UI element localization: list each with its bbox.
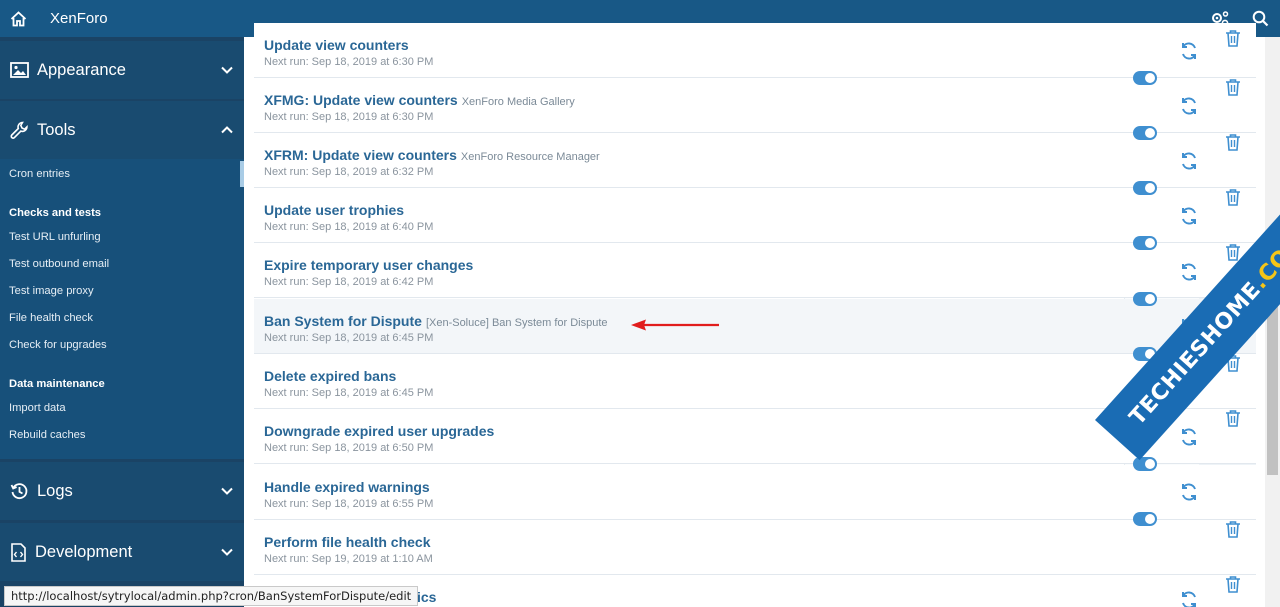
enable-toggle[interactable] (1133, 457, 1157, 471)
cron-row[interactable]: XFRM: Update view counters XenForo Resour… (254, 133, 1256, 188)
sidebar-item-cron-entries[interactable]: Cron entries (9, 168, 70, 180)
tools-submenu: Cron entries Checks and tests Test URL u… (0, 159, 244, 459)
trash-icon[interactable] (1225, 188, 1241, 206)
sidebar-section-appearance[interactable]: Appearance (0, 41, 244, 99)
sidebar-section-label: Appearance (37, 60, 126, 79)
cron-title-link[interactable]: Perform file health check (264, 534, 435, 550)
sidebar-section-label: Tools (37, 120, 76, 139)
brand-link[interactable]: XenForo (50, 10, 108, 27)
sidebar-section-tools[interactable]: Tools (0, 101, 244, 159)
vertical-scrollbar[interactable] (1265, 37, 1280, 607)
sidebar-item-import-data[interactable]: Import data (9, 402, 66, 414)
cron-title-link[interactable]: XFRM: Update view counters XenForo Resour… (264, 147, 600, 163)
cron-row[interactable]: Delete expired bans Next run: Sep 18, 20… (254, 354, 1256, 409)
trash-icon[interactable] (1225, 29, 1241, 47)
trash-icon[interactable] (1225, 520, 1241, 538)
sidebar-item-test-image-proxy[interactable]: Test image proxy (9, 285, 94, 297)
home-icon (10, 10, 27, 26)
sidebar-item-file-health-check[interactable]: File health check (9, 312, 93, 324)
next-run: Next run: Sep 18, 2019 at 6:30 PM (264, 111, 434, 123)
next-run: Next run: Sep 18, 2019 at 6:32 PM (264, 166, 434, 178)
cron-title-link[interactable]: XFMG: Update view counters XenForo Media … (264, 92, 575, 108)
refresh-icon[interactable] (1179, 41, 1199, 61)
wrench-icon (10, 121, 28, 139)
next-run: Next run: Sep 18, 2019 at 6:42 PM (264, 276, 434, 288)
next-run: Next run: Sep 18, 2019 at 6:45 PM (264, 387, 434, 399)
refresh-icon[interactable] (1179, 206, 1199, 226)
sidebar-heading-data-maintenance: Data maintenance (9, 378, 105, 390)
cron-row-highlighted[interactable]: Ban System for Dispute [Xen-Soluce] Ban S… (254, 299, 1256, 354)
refresh-icon[interactable] (1179, 590, 1199, 607)
cron-title-link[interactable]: Update user trophies (264, 202, 408, 218)
trash-icon[interactable] (1225, 575, 1241, 593)
cron-title-link[interactable]: Update view counters (264, 37, 413, 53)
image-icon (10, 62, 29, 78)
enable-toggle[interactable] (1133, 71, 1157, 85)
next-run: Next run: Sep 18, 2019 at 6:40 PM (264, 221, 434, 233)
cron-row[interactable]: XFMG: Update view counters XenForo Media … (254, 78, 1256, 133)
enable-toggle[interactable] (1133, 181, 1157, 195)
sidebar-section-label: Logs (37, 481, 73, 500)
trash-icon[interactable] (1225, 409, 1241, 427)
history-icon (10, 482, 28, 499)
scrollbar-thumb[interactable] (1267, 295, 1278, 475)
cron-title-link[interactable]: Expire temporary user changes (264, 257, 477, 273)
refresh-icon[interactable] (1179, 96, 1199, 116)
cron-row[interactable]: Update user trophies Next run: Sep 18, 2… (254, 188, 1256, 243)
sidebar-item-test-url-unfurling[interactable]: Test URL unfurling (9, 231, 101, 243)
enable-toggle[interactable] (1133, 126, 1157, 140)
refresh-icon[interactable] (1179, 482, 1199, 502)
next-run: Next run: Sep 19, 2019 at 1:10 AM (264, 553, 433, 565)
cron-title-link[interactable]: Delete expired bans (264, 368, 400, 384)
annotation-arrow (631, 319, 719, 331)
cron-title-link[interactable]: Downgrade expired user upgrades (264, 423, 498, 439)
next-run: Next run: Sep 18, 2019 at 6:45 PM (264, 332, 434, 344)
code-file-icon (11, 542, 26, 562)
sidebar-section-development[interactable]: Development (0, 523, 244, 581)
sidebar: Appearance Tools Cron entries Checks and… (0, 37, 244, 607)
status-bar-url: http://localhost/sytrylocal/admin.php?cr… (4, 586, 419, 606)
next-run: Next run: Sep 18, 2019 at 6:50 PM (264, 442, 434, 454)
next-run: Next run: Sep 18, 2019 at 6:55 PM (264, 498, 434, 510)
chevron-down-icon (221, 66, 233, 74)
enable-toggle[interactable] (1133, 236, 1157, 250)
sidebar-item-test-outbound-email[interactable]: Test outbound email (9, 258, 109, 270)
cron-row[interactable]: Handle expired warnings Next run: Sep 18… (254, 465, 1256, 520)
next-run: Next run: Sep 18, 2019 at 6:30 PM (264, 56, 434, 68)
refresh-icon[interactable] (1179, 262, 1199, 282)
chevron-up-icon (221, 126, 233, 134)
trash-icon[interactable] (1225, 78, 1241, 96)
sidebar-heading-checks: Checks and tests (9, 207, 102, 219)
cron-row[interactable]: Update view counters Next run: Sep 18, 2… (254, 23, 1256, 78)
sidebar-section-label: Development (35, 542, 133, 561)
home-button[interactable] (0, 0, 37, 37)
cron-row[interactable]: Expire temporary user changes Next run: … (254, 243, 1256, 298)
cron-title-link[interactable]: Handle expired warnings (264, 479, 434, 495)
cron-list: Update view counters Next run: Sep 18, 2… (244, 23, 1280, 607)
chevron-down-icon (221, 548, 233, 556)
refresh-icon[interactable] (1179, 427, 1199, 447)
trash-icon[interactable] (1225, 133, 1241, 151)
sidebar-item-rebuild-caches[interactable]: Rebuild caches (9, 429, 86, 441)
chevron-down-icon (221, 487, 233, 495)
cron-title-link[interactable]: Ban System for Dispute [Xen-Soluce] Ban S… (264, 313, 608, 329)
enable-toggle[interactable] (1133, 292, 1157, 306)
refresh-icon[interactable] (1179, 151, 1199, 171)
sidebar-section-logs[interactable]: Logs (0, 462, 244, 520)
enable-toggle[interactable] (1133, 512, 1157, 526)
sidebar-item-check-for-upgrades[interactable]: Check for upgrades (9, 339, 107, 351)
cron-row[interactable]: Perform file health check Next run: Sep … (254, 520, 1256, 575)
trash-icon[interactable] (1225, 243, 1241, 261)
